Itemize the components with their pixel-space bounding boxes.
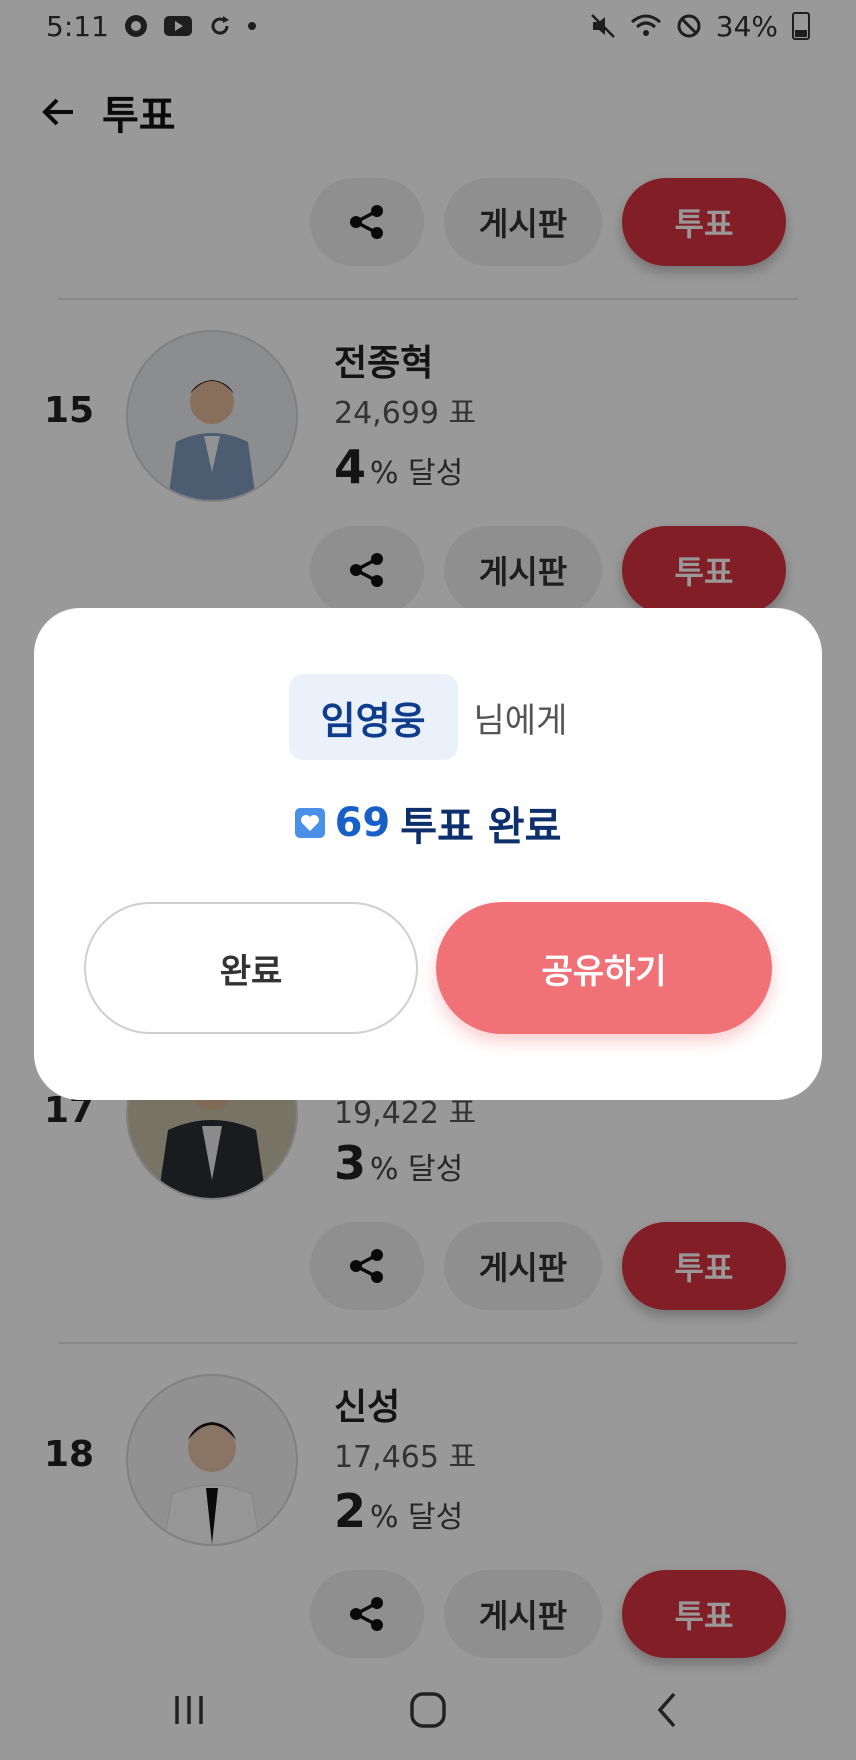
recipient-row: 임영웅 님에게: [34, 674, 822, 760]
vote-count: 69: [334, 800, 391, 846]
vote-complete-dialog: 임영웅 님에게 69 투표 완료 완료 공유하기: [34, 608, 822, 1100]
back-icon[interactable]: [637, 1680, 697, 1740]
recipient-suffix: 님에게: [473, 700, 568, 741]
share-result-button[interactable]: 공유하기: [436, 902, 772, 1034]
home-icon[interactable]: [398, 1680, 458, 1740]
vote-complete-text: 투표 완료: [400, 804, 562, 850]
vote-complete-message: 69 투표 완료: [34, 794, 822, 852]
recipient-name: 임영웅: [288, 674, 458, 760]
heart-icon: [294, 808, 325, 838]
done-button[interactable]: 완료: [84, 902, 418, 1034]
system-nav-bar: [0, 1660, 856, 1760]
recent-apps-icon[interactable]: [159, 1680, 219, 1740]
